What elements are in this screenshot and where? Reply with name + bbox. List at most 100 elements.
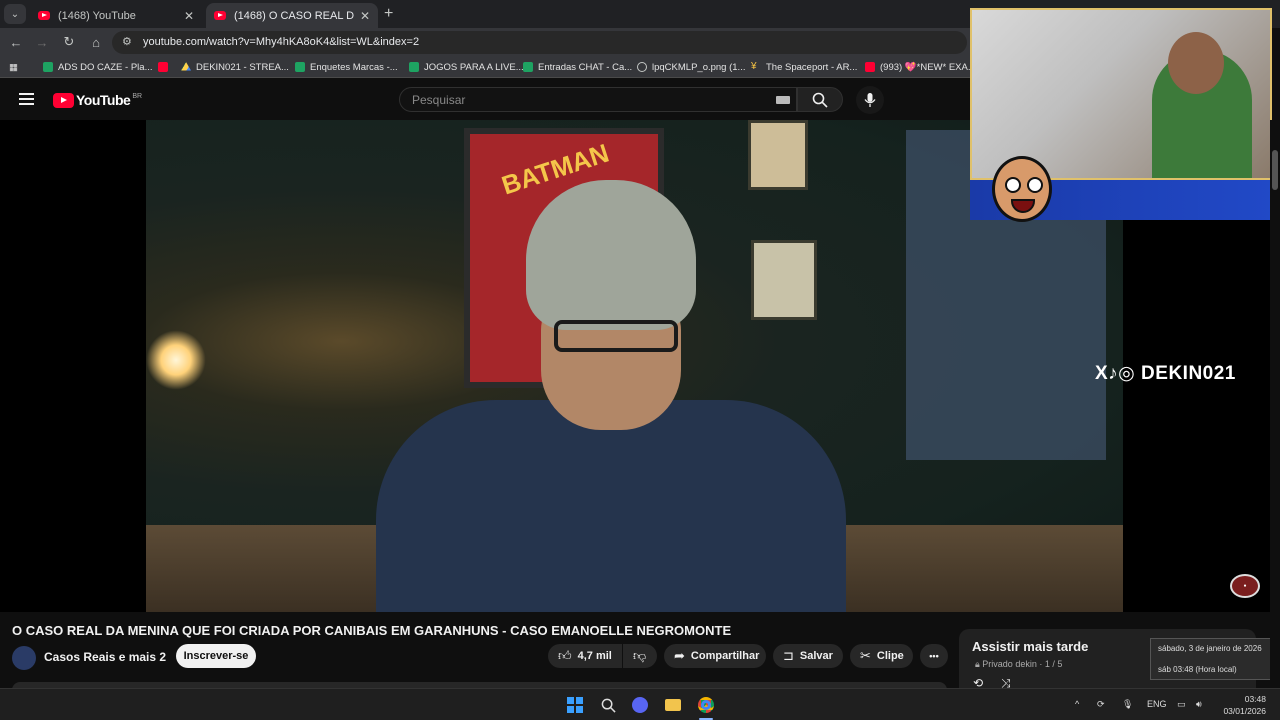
bookmark-item[interactable]: Entradas CHAT - Ca... [523, 60, 632, 74]
channel-name[interactable]: Casos Reais e mais 2 [44, 650, 166, 664]
bookmark-item[interactable]: JOGOS PARA A LIVE... [409, 60, 524, 74]
youtube-icon [865, 62, 875, 72]
logo-text: YouTube [76, 92, 131, 108]
bookmark-item[interactable] [158, 60, 173, 74]
home-icon[interactable]: ⌂ [87, 33, 105, 51]
thumbs-up-icon: 👍︎ [558, 648, 572, 663]
microphone-tray-icon[interactable]: 🎙︎ [1122, 699, 1133, 710]
tab-title: (1468) YouTube [58, 9, 136, 22]
microphone-icon [864, 93, 876, 107]
tooltip-time: sáb 03:48 (Hora local) [1158, 665, 1237, 674]
tab-youtube-home[interactable]: (1468) YouTube ✕ [30, 3, 202, 28]
show-hidden-icons[interactable]: ^ [1075, 699, 1079, 709]
voice-search-button[interactable] [856, 86, 884, 114]
tab-video[interactable]: (1468) O CASO REAL DA MENINA ✕ [206, 3, 378, 28]
social-icons: X♪◎ [1095, 363, 1136, 384]
sheets-icon [409, 62, 419, 72]
reload-icon[interactable]: ↻ [60, 33, 78, 51]
sync-icon[interactable]: ⟳ [1097, 699, 1105, 710]
close-icon[interactable]: ✕ [360, 9, 370, 23]
channel-avatar[interactable] [12, 646, 36, 670]
bookmark-label: (993) 💖*NEW* EXA... [880, 61, 976, 73]
more-actions-button[interactable]: ••• [920, 644, 948, 668]
windows-taskbar: ^ ⟳ 🎙︎ ENG ▭ 🔊︎ 03:48 03/01/2026 [0, 688, 1280, 720]
channel-watermark[interactable]: ● [1230, 574, 1260, 598]
back-icon[interactable]: ← [7, 33, 25, 51]
save-label: Salvar [799, 650, 833, 662]
social-handle: X♪◎ DEKIN021 [1095, 362, 1236, 385]
spaceport-icon: ¥ [751, 61, 757, 72]
mascot-eye [1005, 177, 1021, 193]
handle-text: DEKIN021 [1141, 363, 1236, 384]
forward-icon[interactable]: → [33, 33, 51, 51]
share-icon: ➦ [674, 648, 685, 663]
bookmark-item[interactable]: ¥ The Spaceport - AR... [751, 60, 857, 74]
globe-icon [637, 62, 647, 72]
menu-icon[interactable] [19, 93, 34, 105]
bookmark-label: The Spaceport - AR... [766, 61, 858, 73]
youtube-logo[interactable]: YouTube BR [53, 92, 142, 108]
share-button[interactable]: ➦ Compartilhar [664, 644, 766, 668]
search-input[interactable]: Pesquisar [399, 87, 797, 112]
person-beanie [526, 180, 696, 330]
system-clock[interactable]: 03:48 03/01/2026 [1216, 693, 1266, 717]
browser-toolbar: ← → ↻ ⌂ ⚙ youtube.com/watch?v=Mhy4hKA8oK… [0, 28, 970, 56]
apps-grid-icon[interactable]: ▦ [9, 60, 18, 74]
search-button[interactable] [797, 87, 843, 112]
wall-poster [748, 120, 808, 190]
site-info-icon[interactable]: ⚙ [122, 35, 132, 48]
bookmark-label: JOGOS PARA A LIVE... [424, 61, 524, 73]
chrome-logo [698, 697, 714, 713]
chrome-icon[interactable] [697, 696, 715, 714]
dislike-button[interactable]: 👎︎ [623, 644, 657, 668]
bookmark-item[interactable]: lpqCKMLP_o.png (1... [637, 60, 745, 74]
discord-icon[interactable] [631, 696, 649, 714]
windows-start-icon[interactable] [566, 696, 584, 714]
person-shirt [376, 400, 846, 612]
drive-icon [181, 62, 191, 71]
file-explorer-icon[interactable] [664, 696, 682, 714]
search-icon [601, 698, 616, 713]
url-text: youtube.com/watch?v=Mhy4hKA8oK4&list=WL&… [143, 36, 420, 48]
address-bar[interactable]: ⚙ youtube.com/watch?v=Mhy4hKA8oK4&list=W… [112, 31, 967, 54]
scrollbar-thumb[interactable] [1272, 150, 1278, 190]
youtube-favicon-icon [38, 11, 50, 20]
volume-icon[interactable]: 🔊︎ [1196, 699, 1202, 710]
new-tab-icon[interactable]: + [384, 5, 393, 23]
bookmark-label: lpqCKMLP_o.png (1... [652, 61, 746, 73]
country-code: BR [132, 92, 143, 100]
bookmark-icon: ⊐ [783, 648, 794, 663]
video-info: O CASO REAL DA MENINA QUE FOI CRIADA POR… [0, 612, 1280, 690]
page-scrollbar[interactable] [1270, 120, 1280, 688]
tab-title: (1468) O CASO REAL DA MENINA [234, 9, 354, 22]
network-icon[interactable]: ▭ [1177, 699, 1186, 710]
bookmark-item[interactable]: ADS DO CAZE - Pla... [43, 60, 153, 74]
windows-logo [567, 697, 583, 713]
close-icon[interactable]: ✕ [184, 9, 194, 23]
bookmarks-bar: ▦ ADS DO CAZE - Pla... DEKIN021 - STREA.… [0, 56, 976, 78]
sheets-icon [523, 62, 533, 72]
playlist-title[interactable]: Assistir mais tarde [972, 639, 1088, 654]
bookmark-item[interactable]: Enquetes Marcas -... [295, 60, 398, 74]
bookmark-label: ADS DO CAZE - Pla... [58, 61, 153, 73]
language-indicator[interactable]: ENG [1147, 699, 1167, 709]
save-button[interactable]: ⊐ Salvar [773, 644, 843, 668]
search-icon [812, 92, 828, 108]
video-title: O CASO REAL DA MENINA QUE FOI CRIADA POR… [12, 623, 732, 638]
bookmark-item[interactable]: (993) 💖*NEW* EXA... [865, 60, 976, 74]
like-button[interactable]: 👍︎ 4,7 mil [548, 644, 622, 668]
youtube-favicon-icon [214, 11, 226, 20]
playlist-meta: Privado dekin · 1 / 5 [982, 659, 1063, 669]
playlist-subtitle: 🔒︎ Privado dekin · 1 / 5 [975, 659, 1062, 670]
taskbar-search-icon[interactable] [599, 696, 617, 714]
bookmark-item[interactable]: DEKIN021 - STREA... [181, 60, 289, 74]
clock-tooltip: sábado, 3 de janeiro de 2026 sáb 03:48 (… [1150, 638, 1278, 680]
subscribe-button[interactable]: Inscrever-se [176, 644, 256, 668]
lamp-light [146, 330, 206, 390]
keyboard-icon[interactable] [776, 96, 790, 104]
youtube-icon [158, 62, 168, 72]
sheets-icon [295, 62, 305, 72]
clip-button[interactable]: ✂ Clipe [850, 644, 913, 668]
bookmark-label: Entradas CHAT - Ca... [538, 61, 633, 73]
tab-search-button[interactable]: ⌄ [4, 4, 26, 24]
